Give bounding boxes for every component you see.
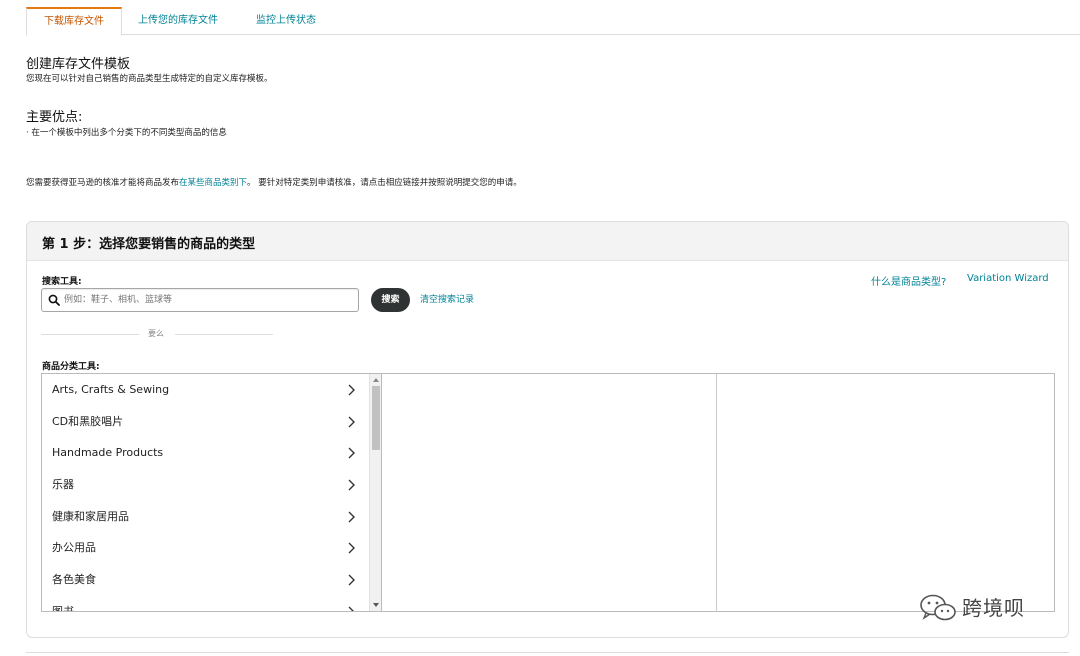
- category-label: Arts, Crafts & Sewing: [52, 383, 170, 396]
- scroll-down-arrow-icon[interactable]: [372, 601, 380, 609]
- category-scrollbar[interactable]: [369, 374, 381, 611]
- or-divider-text: 要么: [148, 329, 164, 338]
- category-item[interactable]: 图书: [42, 596, 381, 611]
- category-item[interactable]: 乐器: [42, 469, 381, 501]
- chevron-right-icon: [348, 447, 355, 459]
- category-column-1: Arts, Crafts & Sewing CD和黑胶唱片 Handmade P…: [42, 374, 382, 611]
- variation-wizard-link[interactable]: Variation Wizard: [967, 273, 1049, 284]
- category-tool-label: 商品分类工具:: [42, 362, 100, 372]
- category-item[interactable]: Handmade Products: [42, 437, 381, 469]
- search-icon: [48, 294, 60, 306]
- chevron-right-icon: [348, 542, 355, 554]
- category-item[interactable]: 办公用品: [42, 532, 381, 564]
- category-label: 健康和家居用品: [52, 509, 129, 523]
- advantage-item: · 在一个模板中列出多个分类下的不同类型商品的信息: [26, 128, 227, 138]
- tab-upload-inventory-file[interactable]: 上传您的库存文件: [138, 7, 218, 35]
- watermark-text: 跨境呗: [962, 596, 1025, 620]
- chevron-right-icon: [348, 416, 355, 428]
- divider-left: [41, 334, 139, 335]
- scroll-thumb[interactable]: [372, 386, 380, 450]
- category-label: CD和黑胶唱片: [52, 414, 124, 428]
- category-browser: Arts, Crafts & Sewing CD和黑胶唱片 Handmade P…: [41, 373, 1055, 612]
- chevron-right-icon: [348, 606, 355, 611]
- clear-search-history-link[interactable]: 清空搜索记录: [420, 292, 474, 305]
- chevron-right-icon: [348, 574, 355, 586]
- notice-text: 您需要获得亚马逊的核准才能将商品发布: [26, 178, 180, 188]
- category-column-3: [718, 374, 1054, 611]
- approval-notice: 您需要获得亚马逊的核准才能将商品发布在某些商品类别下。 要针对特定类别申请核准，…: [26, 176, 522, 188]
- categories-link[interactable]: 在某些商品类别下: [179, 178, 247, 188]
- category-label: 办公用品: [52, 541, 96, 555]
- category-label: Handmade Products: [52, 446, 164, 460]
- tab-monitor-upload-status[interactable]: 监控上传状态: [256, 7, 316, 35]
- page-description: 您现在可以针对自己销售的商品类型生成特定的自定义库存模板。: [26, 74, 273, 84]
- advantages-title: 主要优点:: [26, 110, 83, 125]
- step1-title: 第 1 步：选择您要销售的商品的类型: [27, 222, 1068, 261]
- category-item[interactable]: CD和黑胶唱片: [42, 406, 381, 438]
- watermark: 跨境呗: [918, 590, 1068, 626]
- chevron-right-icon: [348, 511, 355, 523]
- category-item[interactable]: Arts, Crafts & Sewing: [42, 374, 381, 406]
- category-item[interactable]: 各色美食: [42, 564, 381, 596]
- notice-text-end: 。 要针对特定类别申请核准，请点击相应链接并按照说明提交您的申请。: [247, 178, 522, 188]
- search-tool-label: 搜索工具:: [42, 277, 82, 287]
- category-label: 各色美食: [52, 573, 96, 587]
- category-label: 图书: [52, 605, 74, 611]
- category-column-2: [382, 374, 717, 611]
- category-label: 乐器: [52, 478, 74, 492]
- search-button[interactable]: 搜索: [371, 288, 410, 312]
- chevron-right-icon: [348, 479, 355, 491]
- search-box[interactable]: [41, 288, 359, 312]
- divider-right: [175, 334, 273, 335]
- chevron-right-icon: [348, 384, 355, 396]
- wechat-icon: [920, 594, 956, 621]
- scroll-up-arrow-icon[interactable]: [372, 376, 380, 384]
- tab-download-inventory-file[interactable]: 下载库存文件: [26, 7, 122, 36]
- what-is-product-type-link[interactable]: 什么是商品类型?: [871, 273, 946, 288]
- step1-panel: 第 1 步：选择您要销售的商品的类型 搜索工具: 搜索 清空搜索记录 什么是商品…: [26, 221, 1069, 638]
- search-input[interactable]: [64, 291, 354, 309]
- tab-bar: 下载库存文件 上传您的库存文件 监控上传状态: [26, 7, 1080, 36]
- page-title: 创建库存文件模板: [26, 57, 131, 72]
- category-item[interactable]: 健康和家居用品: [42, 501, 381, 533]
- bottom-divider: [26, 652, 1069, 653]
